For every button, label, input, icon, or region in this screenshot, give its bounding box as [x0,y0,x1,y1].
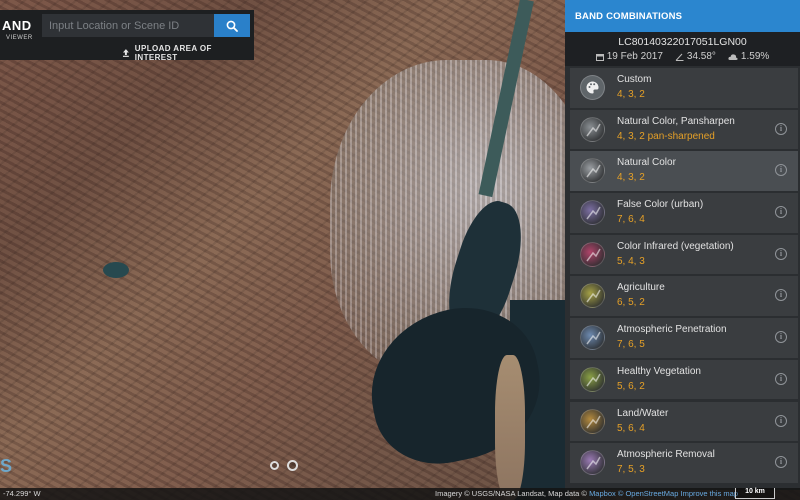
band-value: 7, 6, 5 [617,339,645,351]
panel-title: BAND COMBINATIONS [565,0,800,32]
angle-icon [675,53,684,61]
lake [103,262,129,278]
scene-info: LC80140322017051LGN00 19 Feb 2017 34.58° [565,32,800,66]
mapbox-link[interactable]: Mapbox [589,489,616,498]
info-icon[interactable]: i [775,247,787,260]
band-item[interactable]: Atmospheric Removal 7, 5, 3 i [570,443,798,483]
band-name: Agriculture [617,282,665,294]
upload-label: UPLOAD AREA OF INTEREST [134,44,212,62]
info-icon[interactable]: i [775,289,787,302]
calendar-icon [595,53,604,61]
band-name: Land/Water [617,407,669,419]
info-icon[interactable]: i [775,331,787,344]
band-value: 4, 3, 2 [617,89,645,100]
band-item[interactable]: Land/Water 5, 6, 4 i [570,401,798,441]
band-value: 4, 3, 2 [617,172,645,184]
search-icon [226,20,238,32]
band-name: Natural Color [617,157,676,169]
cloud-cover: 1.59% [740,51,770,62]
band-thumbnail [580,283,605,309]
band-name: Natural Color, Pansharpen [617,115,735,127]
band-item[interactable]: Natural Color 4, 3, 2 i [570,151,798,191]
band-name: Atmospheric Penetration [617,324,727,336]
band-name: False Color (urban) [617,199,704,211]
band-thumbnail [580,366,605,392]
coastline [495,355,525,500]
band-list: Custom 4, 3, 2 Natural Color, Pansharpen 4,… [565,66,800,483]
info-icon[interactable]: i [775,372,787,385]
band-thumbnail [580,158,605,184]
band-item[interactable]: Agriculture 6, 5, 2 i [570,276,798,316]
map-pagination [270,460,298,471]
band-value: 7, 6, 4 [617,214,645,226]
map-edge-logo: S [0,456,13,476]
band-item[interactable]: Atmospheric Penetration 7, 6, 5 i [570,318,798,358]
band-item[interactable]: Natural Color, Pansharpen 4, 3, 2 pan-sha… [570,109,798,150]
brand-title: AND [2,18,32,33]
app-logo[interactable]: AND VIEWER [0,10,40,60]
band-thumbnail [580,241,605,267]
band-item[interactable]: Healthy Vegetation 5, 6, 2 i [570,359,798,400]
band-combinations-panel: BAND COMBINATIONS LC80140322017051LGN00 … [565,0,800,490]
scale-bar: 10 km [735,488,775,499]
info-icon[interactable]: i [775,414,787,427]
band-name: Healthy Vegetation [617,365,701,377]
info-icon[interactable]: i [775,164,787,177]
scene-meta: 19 Feb 2017 34.58° 1.59% [565,51,800,62]
map-attribution: Imagery © USGS/NASA Landsat, Map data © … [435,489,738,498]
band-thumbnail [580,200,605,226]
map-dot-active[interactable] [287,460,298,471]
scene-date: 19 Feb 2017 [606,51,663,62]
band-item[interactable]: Color Infrared (vegetation) 5, 4, 3 i [570,234,798,275]
improve-map-link[interactable]: Improve this map [681,489,739,498]
band-value: 6, 5, 2 [617,297,645,309]
search-bar: UPLOAD AREA OF INTEREST [40,10,254,62]
band-thumbnail [580,116,605,142]
scene-id: LC80140322017051LGN00 [618,36,747,48]
upload-aoi-link[interactable]: UPLOAD AREA OF INTEREST [122,44,254,62]
band-name: Color Infrared (vegetation) [617,240,734,252]
sun-angle: 34.58° [686,51,716,62]
info-icon[interactable]: i [775,206,787,219]
attribution-text: Imagery © USGS/NASA Landsat, Map data © [435,489,587,498]
band-name: Custom [617,74,652,85]
band-value: 4, 3, 2 pan-sharpened [617,130,715,142]
cloud-icon [728,53,738,60]
band-value: 5, 6, 4 [617,422,645,434]
date-meta: 19 Feb 2017 [595,51,663,62]
map-dot[interactable] [270,461,279,470]
band-item[interactable]: False Color (urban) 7, 6, 4 i [570,193,798,233]
search-input[interactable] [42,14,214,37]
band-thumbnail [580,450,605,476]
band-value: 5, 6, 2 [617,380,645,392]
sun-meta: 34.58° [675,51,716,62]
band-name: Atmospheric Removal [617,449,715,461]
band-value: 7, 5, 3 [617,464,645,476]
palette-icon [580,75,605,100]
band-value: 5, 4, 3 [617,255,645,267]
status-bar: -74.299° W Imagery © USGS/NASA Landsat, … [0,488,800,500]
osm-link[interactable]: © OpenStreetMap [618,489,679,498]
upload-icon [122,49,129,57]
brand-subtitle: VIEWER [6,35,33,41]
info-icon[interactable]: i [775,456,787,469]
info-icon[interactable]: i [775,122,787,135]
band-thumbnail [580,408,605,434]
band-item[interactable]: Custom 4, 3, 2 [570,68,798,108]
search-button[interactable] [214,14,250,37]
cloud-meta: 1.59% [728,51,769,62]
band-thumbnail [580,325,605,351]
coordinate-readout: -74.299° W [3,489,41,498]
